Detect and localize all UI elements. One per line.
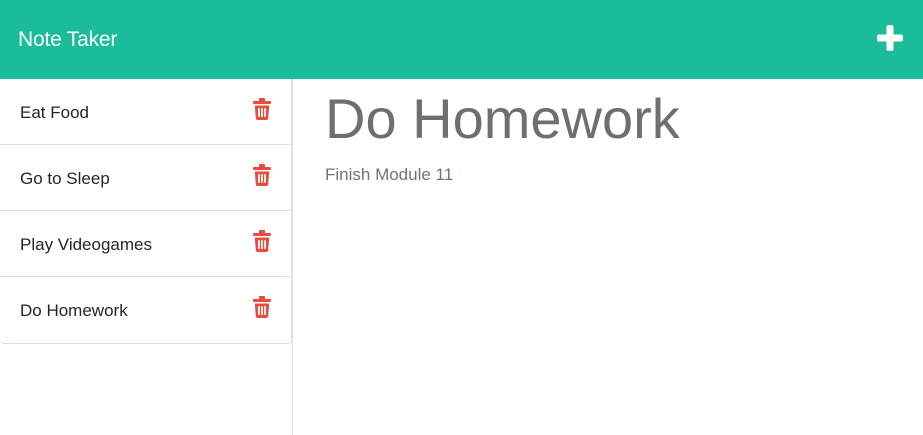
note-list: Eat Food Go to Sleep Play Videogames Do … (0, 79, 292, 344)
trash-icon[interactable] (253, 229, 271, 252)
plus-icon (877, 25, 903, 51)
note-title[interactable]: Eat Food (20, 103, 89, 123)
note-editor: Do Homework Finish Module 11 (293, 79, 923, 435)
new-note-button[interactable] (875, 23, 905, 53)
note-text-input[interactable]: Finish Module 11 (325, 165, 923, 185)
trash-icon[interactable] (253, 296, 271, 318)
note-title[interactable]: Do Homework (20, 301, 128, 321)
list-item[interactable]: Go to Sleep (0, 145, 291, 211)
trash-icon[interactable] (253, 97, 271, 120)
navbar: Note Taker (0, 0, 923, 79)
note-title-input[interactable]: Do Homework (325, 87, 923, 151)
list-item[interactable]: Play Videogames (0, 211, 291, 277)
notes-sidebar: Eat Food Go to Sleep Play Videogames Do … (0, 79, 293, 435)
list-item[interactable]: Eat Food (0, 79, 291, 145)
note-title[interactable]: Play Videogames (20, 235, 152, 255)
note-title[interactable]: Go to Sleep (20, 169, 110, 189)
list-item[interactable]: Do Homework (0, 277, 291, 343)
trash-icon[interactable] (253, 163, 271, 186)
app-title[interactable]: Note Taker (18, 28, 117, 52)
